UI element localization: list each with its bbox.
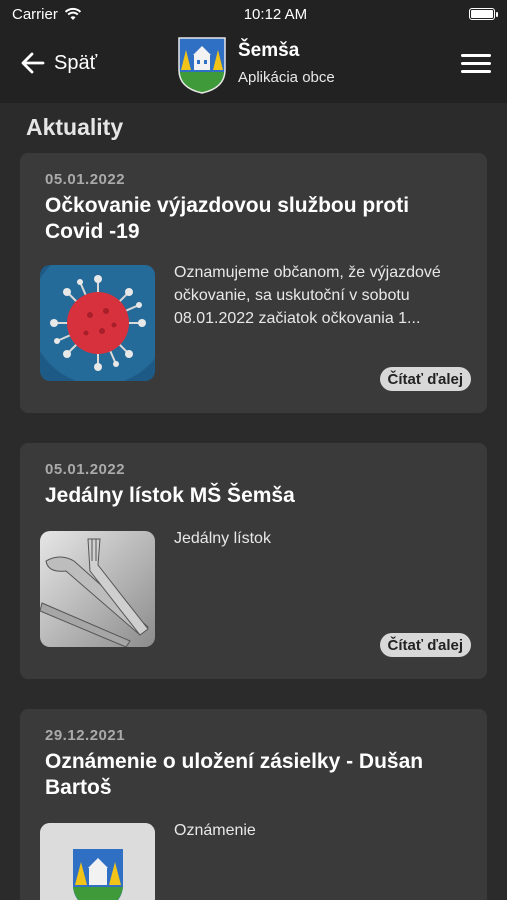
clock: 10:12 AM bbox=[243, 5, 308, 23]
back-label: Späť bbox=[54, 51, 98, 74]
wifi-icon bbox=[64, 7, 81, 20]
hamburger-menu-icon[interactable] bbox=[461, 54, 491, 74]
back-button[interactable]: Späť bbox=[20, 50, 97, 76]
nav-bar: Späť Šemša Aplikácia obce bbox=[0, 28, 507, 103]
coat-of-arms-image[interactable] bbox=[40, 823, 155, 900]
virus-image[interactable] bbox=[40, 265, 155, 381]
menu-line bbox=[461, 54, 491, 57]
menu-line bbox=[461, 62, 491, 65]
article-excerpt: Oznamujeme občanom, že výjazdové očkovan… bbox=[174, 264, 441, 327]
carrier-label: Carrier bbox=[12, 5, 58, 23]
cutlery-image[interactable] bbox=[40, 531, 155, 647]
article-date: 05.01.2022 bbox=[45, 461, 126, 478]
app-subtitle: Aplikácia obce bbox=[238, 69, 335, 86]
coat-of-arms-logo bbox=[178, 37, 226, 94]
status-left: Carrier bbox=[12, 6, 82, 23]
menu-line bbox=[461, 70, 491, 73]
battery-icon bbox=[468, 8, 498, 20]
article-date: 29.12.2021 bbox=[45, 727, 126, 744]
app-title: Šemša bbox=[238, 40, 300, 61]
article-excerpt: Jedálny lístok bbox=[174, 530, 271, 547]
article-card[interactable]: 05.01.2022 Očkovanie výjazdovou službou … bbox=[20, 153, 487, 413]
read-more-button[interactable]: Čítať ďalej bbox=[379, 367, 471, 391]
article-title[interactable]: Jedálny lístok MŠ Šemša bbox=[45, 483, 465, 509]
article-title[interactable]: Očkovanie výjazdovou službou proti Covid… bbox=[45, 193, 465, 245]
article-title[interactable]: Oznámenie o uložení zásielky - Dušan Bar… bbox=[45, 749, 465, 801]
article-card[interactable]: 29.12.2021 Oznámenie o uložení zásielky … bbox=[20, 709, 487, 900]
read-more-button[interactable]: Čítať ďalej bbox=[379, 633, 471, 657]
article-card[interactable]: 05.01.2022 Jedálny lístok MŠ Šemša Jedál… bbox=[20, 443, 487, 679]
article-excerpt: Oznámenie bbox=[174, 822, 256, 839]
arrow-left-icon bbox=[21, 52, 45, 74]
section-title: Aktuality bbox=[26, 114, 124, 140]
status-bar: Carrier 10:12 AM bbox=[0, 0, 507, 28]
article-date: 05.01.2022 bbox=[45, 171, 126, 188]
battery-fill bbox=[470, 10, 493, 18]
